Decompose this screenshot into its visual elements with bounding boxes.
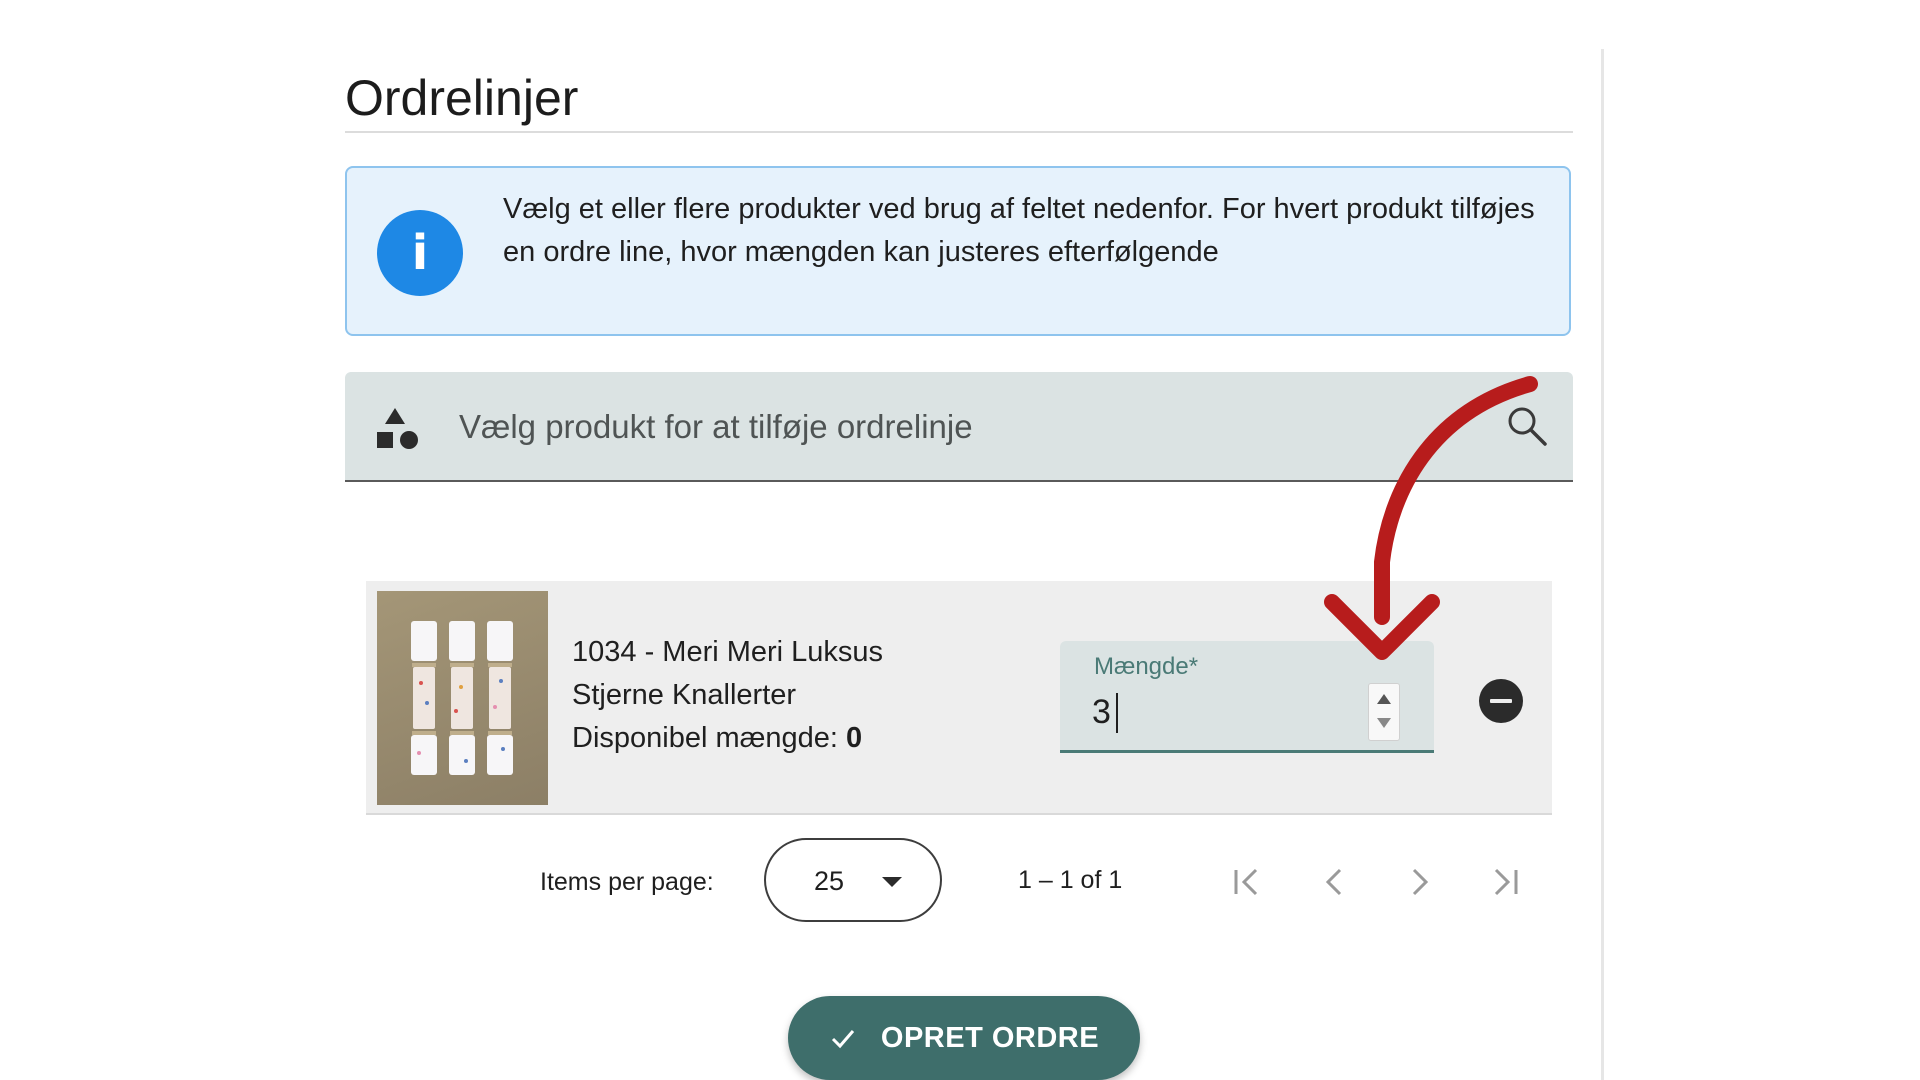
search-icon[interactable] [1505, 404, 1549, 448]
shapes-icon [377, 408, 418, 449]
chevron-left-icon[interactable] [1312, 860, 1356, 904]
decrement-arrow-icon[interactable] [1377, 718, 1391, 728]
panel-divider [1601, 49, 1604, 1080]
product-name-line1: 1034 - Meri Meri Luksus [572, 636, 884, 668]
minus-circle-icon [1490, 699, 1512, 703]
page-range-label: 1 – 1 of 1 [1018, 866, 1123, 894]
section-title: Ordrelinjer [345, 70, 579, 126]
availability-value: 0 [846, 722, 863, 754]
availability: Disponibel mængde: 0 [572, 717, 972, 760]
quantity-field[interactable]: Mængde* [1060, 641, 1434, 753]
order-line-row: 1034 - Meri Meri Luksus Stjerne Knallert… [366, 581, 1552, 815]
cracker-graphic [449, 621, 475, 775]
page: Ordrelinjer i Vælg et eller flere produk… [0, 0, 1920, 1080]
text-caret [1116, 693, 1118, 733]
create-order-label: OPRET ORDRE [880, 1021, 1100, 1054]
cracker-graphic [411, 621, 437, 775]
info-text: Vælg et eller flere produkter ved brug a… [503, 193, 1535, 268]
page-size-select[interactable]: 25 [764, 838, 942, 922]
quantity-label: Mængde* [1094, 653, 1199, 680]
first-page-icon[interactable] [1226, 860, 1270, 904]
title-underline [345, 131, 1573, 133]
dropdown-arrow-icon [882, 877, 902, 887]
create-order-button[interactable]: OPRET ORDRE [788, 996, 1140, 1080]
remove-line-button[interactable] [1479, 679, 1523, 723]
increment-arrow-icon[interactable] [1377, 694, 1391, 704]
availability-label: Disponibel mængde: [572, 722, 838, 754]
last-page-icon[interactable] [1484, 860, 1528, 904]
info-alert: i Vælg et eller flere produkter ved brug… [345, 166, 1571, 336]
check-icon [831, 1030, 855, 1049]
chevron-right-icon[interactable] [1398, 860, 1442, 904]
product-details: 1034 - Meri Meri Luksus Stjerne Knallert… [572, 631, 972, 760]
product-name-line2: Stjerne Knallerter [572, 679, 797, 711]
quantity-input[interactable] [1092, 689, 1332, 735]
product-search-field[interactable] [345, 372, 1573, 482]
items-per-page-label: Items per page: [540, 868, 714, 896]
cracker-graphic [487, 621, 513, 775]
quantity-stepper[interactable] [1368, 683, 1400, 741]
product-search-input[interactable] [457, 400, 1461, 454]
page-size-value: 25 [814, 866, 845, 896]
product-image [377, 591, 548, 805]
info-icon: i [377, 210, 463, 296]
